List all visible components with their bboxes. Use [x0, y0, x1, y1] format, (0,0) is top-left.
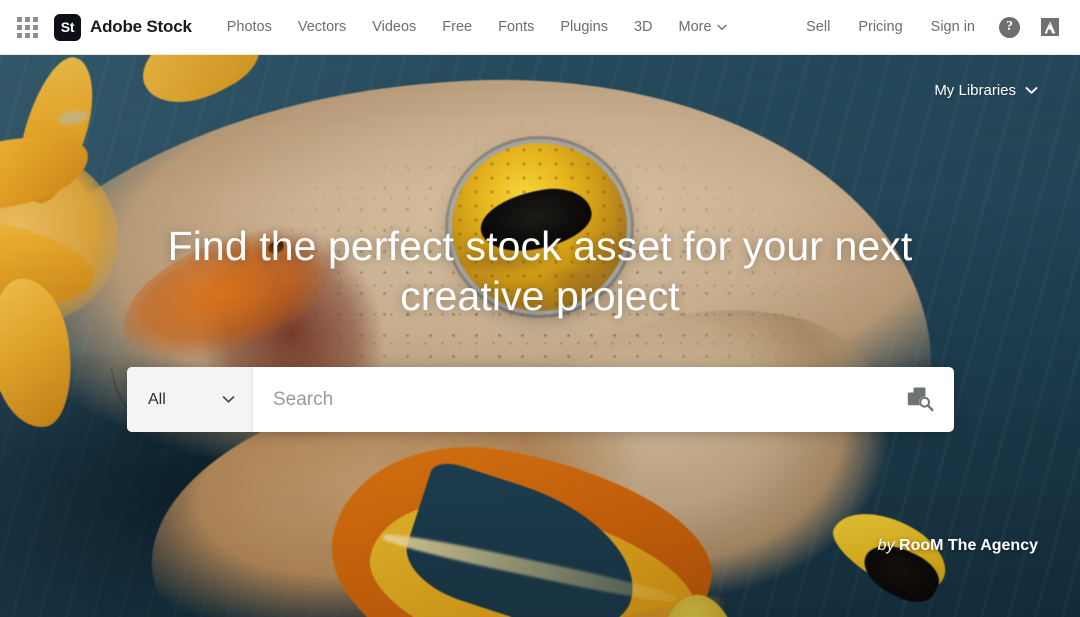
credit-prefix: by [877, 537, 895, 554]
nav-label: Vectors [297, 19, 347, 35]
nav-item-sell[interactable]: Sell [792, 19, 844, 35]
nav-item-pricing[interactable]: Pricing [844, 19, 916, 35]
search-input[interactable] [273, 388, 868, 411]
nav-item-photos[interactable]: Photos [214, 19, 285, 35]
nav-label: Plugins [560, 19, 608, 35]
adobe-logo-icon[interactable] [1038, 15, 1062, 39]
brand-logo-link[interactable]: St Adobe Stock [54, 13, 192, 41]
nav-item-3d[interactable]: 3D [621, 19, 666, 35]
nav-label: 3D [633, 19, 653, 35]
image-search-icon[interactable] [888, 367, 954, 432]
search-bar: All [127, 367, 954, 432]
search-input-container [253, 367, 888, 432]
sign-in-button[interactable]: Sign in [917, 19, 989, 35]
nav-item-videos[interactable]: Videos [359, 19, 429, 35]
chevron-down-icon [1025, 82, 1038, 99]
photo-credit: by RooM The Agency [878, 537, 1038, 555]
search-category-value: All [148, 390, 166, 408]
credit-author: RooM The Agency [899, 537, 1038, 554]
chevron-down-icon [222, 391, 235, 409]
adobe-stock-logo-icon: St [54, 13, 81, 41]
hero-headline: Find the perfect stock asset for your ne… [167, 223, 913, 320]
help-circle-icon[interactable]: ? [999, 16, 1020, 38]
nav-label: Free [442, 19, 473, 35]
my-libraries-button[interactable]: My Libraries [934, 82, 1038, 99]
nav-item-plugins[interactable]: Plugins [547, 19, 621, 35]
brand-name: Adobe Stock [90, 17, 192, 36]
nav-label: Videos [372, 19, 417, 35]
hero-frog-photo [0, 55, 1080, 617]
nav-label: Fonts [498, 19, 535, 35]
nav-label: Pricing [858, 19, 903, 35]
secondary-nav: Sell Pricing Sign in ? [792, 15, 1080, 39]
my-libraries-label: My Libraries [934, 82, 1016, 99]
app-switcher-icon[interactable] [14, 14, 40, 40]
nav-label: More [678, 19, 712, 35]
nav-label: Photos [226, 19, 272, 35]
nav-label: Sell [806, 19, 831, 35]
nav-item-more[interactable]: More [666, 19, 740, 35]
nav-item-vectors[interactable]: Vectors [285, 19, 359, 35]
primary-nav: Photos Vectors Videos Free Fonts Plugins… [214, 19, 740, 35]
chevron-down-icon [716, 19, 727, 35]
nav-label: Sign in [930, 19, 975, 35]
top-navigation-bar: St Adobe Stock Photos Vectors Videos Fre… [0, 0, 1080, 55]
nav-item-free[interactable]: Free [429, 19, 485, 35]
hero-section: My Libraries Find the perfect stock asse… [0, 55, 1080, 617]
nav-item-fonts[interactable]: Fonts [485, 19, 547, 35]
search-category-dropdown[interactable]: All [127, 367, 253, 432]
